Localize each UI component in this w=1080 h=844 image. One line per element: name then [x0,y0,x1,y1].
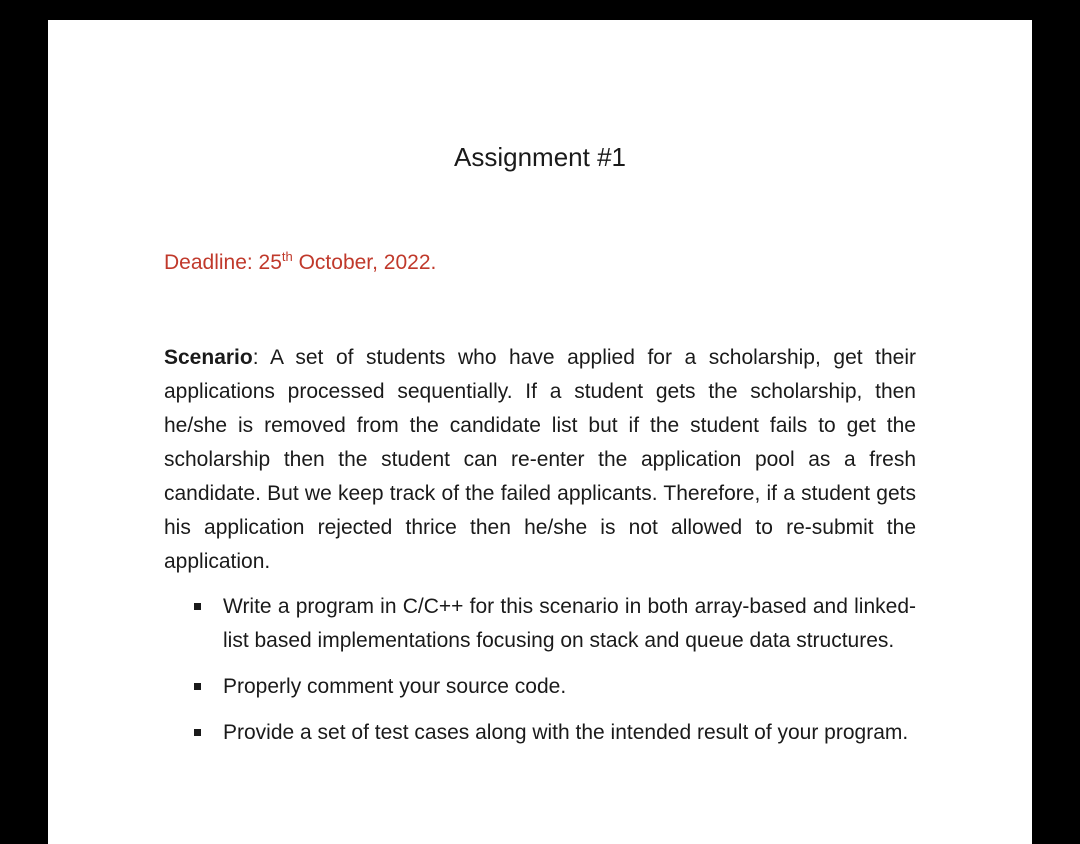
scenario-text: : A set of students who have applied for… [164,346,916,573]
document-page: Assignment #1 Deadline: 25th October, 20… [48,20,1032,844]
assignment-title: Assignment #1 [454,142,626,172]
scenario-label: Scenario [164,346,253,369]
list-item: Properly comment your source code. [188,670,916,704]
list-item-text: Properly comment your source code. [223,675,567,698]
square-bullet-icon [194,683,201,690]
list-item: Provide a set of test cases along with t… [188,716,916,750]
deadline-date-rest: October, 2022. [292,251,437,274]
square-bullet-icon [194,729,201,736]
requirements-list: Write a program in C/C++ for this scenar… [188,590,916,762]
deadline-ordinal-suffix: th [281,249,293,264]
deadline-line: Deadline: 25th October, 2022. [164,248,436,278]
deadline-label: Deadline: 25 [164,251,282,274]
square-bullet-icon [194,603,201,610]
list-item: Write a program in C/C++ for this scenar… [188,590,916,658]
list-item-text: Provide a set of test cases along with t… [223,721,909,744]
list-item-text: Write a program in C/C++ for this scenar… [223,595,916,652]
scenario-paragraph: Scenario: A set of students who have app… [164,341,916,579]
